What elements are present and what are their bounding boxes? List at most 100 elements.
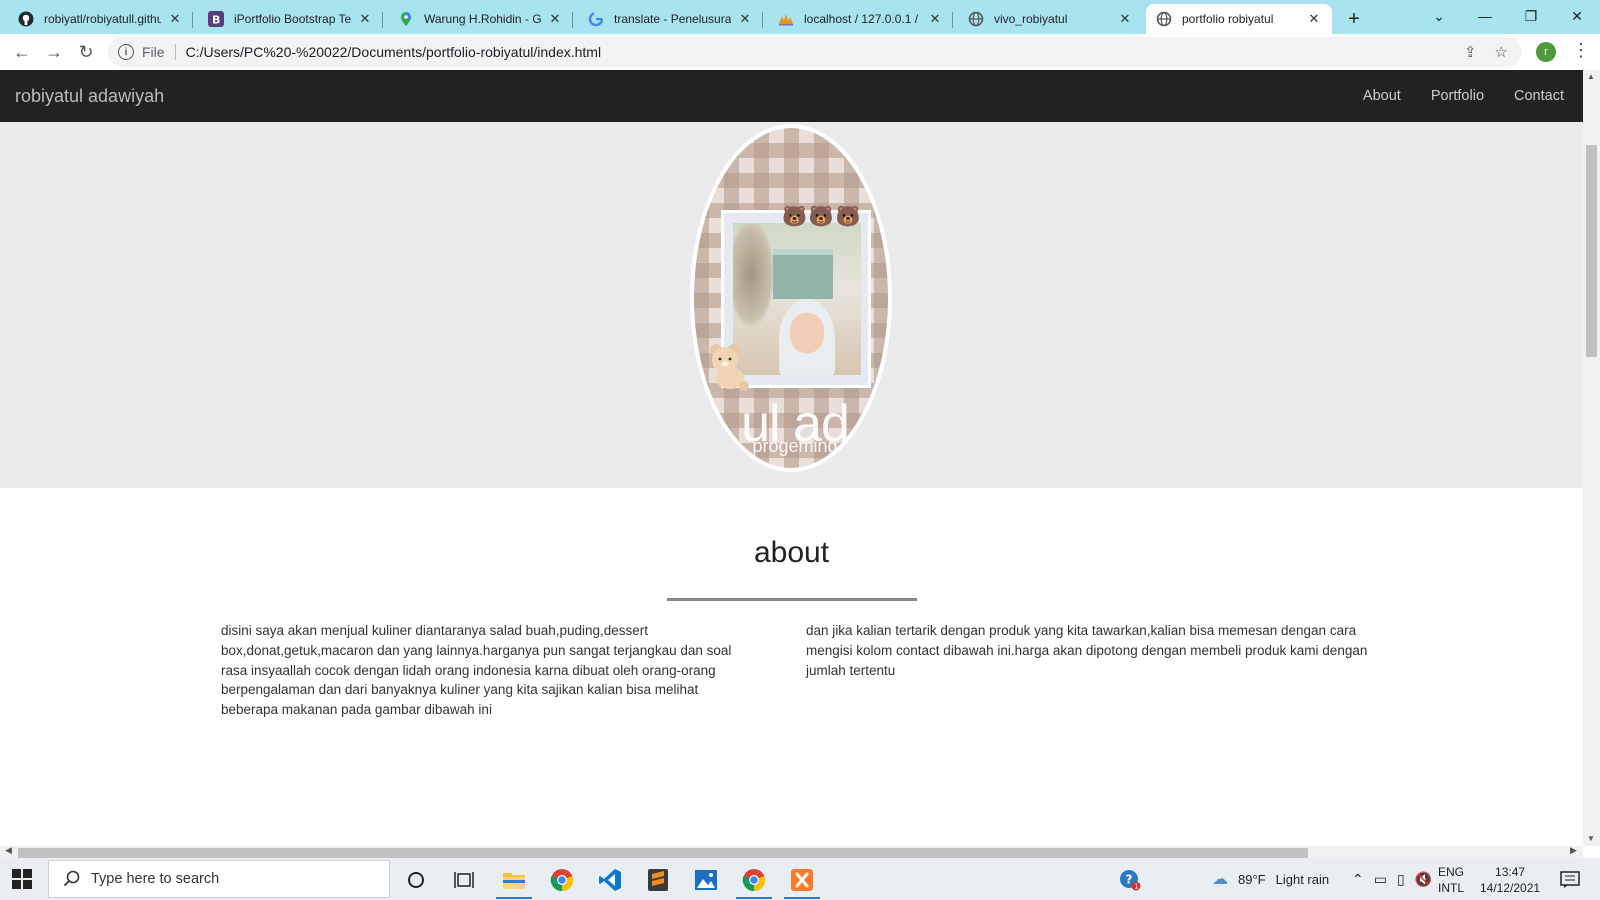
svg-text:B: B: [212, 14, 220, 27]
tab-bootstrap[interactable]: B iPortfolio Bootstrap Ten ✕: [198, 4, 383, 34]
teddy-bear-icon: [710, 344, 749, 391]
taskbar-search-box[interactable]: Type here to search: [48, 860, 390, 898]
close-icon[interactable]: ✕: [547, 11, 563, 27]
chrome-active-icon[interactable]: [732, 863, 776, 899]
vertical-scrollbar[interactable]: ▲ ▼: [1583, 70, 1600, 846]
weather-temp: 89°F: [1238, 871, 1266, 887]
tab-maps[interactable]: Warung H.Rohidin - Go ✕: [388, 4, 573, 34]
network-icon[interactable]: ▭: [1374, 871, 1387, 888]
about-section: about disini saya akan menjual kuliner d…: [0, 488, 1583, 846]
search-placeholder: Type here to search: [91, 871, 220, 887]
tab-title: robiyatl/robiyatull.githu: [44, 12, 161, 26]
tab-github[interactable]: robiyatl/robiyatull.githu ✕: [8, 4, 193, 34]
about-left-paragraph: disini saya akan menjual kuliner diantar…: [221, 623, 732, 718]
bookmark-star-icon[interactable]: ☆: [1495, 43, 1508, 61]
tab-title: localhost / 127.0.0.1 / r: [804, 12, 921, 26]
sublime-text-icon[interactable]: [636, 863, 680, 897]
file-explorer-icon[interactable]: [492, 863, 536, 899]
close-window-button[interactable]: ✕: [1554, 0, 1600, 32]
tab-title: Warung H.Rohidin - Go: [424, 12, 541, 26]
github-icon: [18, 11, 34, 27]
tab-phpmyadmin[interactable]: localhost / 127.0.0.1 / r ✕: [768, 4, 953, 34]
tab-strip: robiyatl/robiyatull.githu ✕ B iPortfolio…: [0, 0, 1600, 34]
scroll-left-arrow-icon[interactable]: ◀: [5, 845, 12, 856]
help-notification-icon[interactable]: ? 1: [1108, 863, 1152, 897]
share-icon[interactable]: ⇪: [1464, 43, 1477, 61]
weather-widget[interactable]: ☁ 89°F Light rain: [1212, 858, 1329, 900]
globe-icon: [1156, 11, 1172, 27]
info-icon[interactable]: i: [118, 44, 134, 60]
tab-search-chevron-icon[interactable]: ⌄: [1416, 0, 1462, 32]
tab-title: portfolio robiyatul: [1182, 12, 1274, 26]
nav-about-link[interactable]: About: [1363, 88, 1401, 104]
tab-title: translate - Penelusuran: [614, 12, 731, 26]
profile-avatar[interactable]: r: [1536, 42, 1556, 62]
about-heading: about: [753, 536, 830, 569]
search-icon: [63, 870, 80, 887]
close-icon[interactable]: ✕: [927, 11, 943, 27]
action-center-icon[interactable]: [1548, 863, 1592, 897]
chrome-icon[interactable]: [540, 863, 584, 897]
bear-stickers-icon: 🐻🐻🐻: [782, 206, 863, 228]
bootstrap-icon: B: [208, 11, 224, 27]
close-icon[interactable]: ✕: [1117, 11, 1133, 27]
language-indicator[interactable]: ENG INTL: [1438, 864, 1464, 896]
nav-contact-link[interactable]: Contact: [1514, 88, 1564, 104]
maps-pin-icon: [398, 11, 414, 27]
heading-divider: [667, 598, 917, 601]
horizontal-scroll-thumb[interactable]: [18, 848, 1308, 858]
cortana-icon[interactable]: [394, 863, 438, 897]
vscode-icon[interactable]: [588, 863, 632, 897]
chevron-up-icon[interactable]: ⌃: [1352, 871, 1364, 888]
tab-title: vivo_robiyatul: [994, 12, 1068, 26]
language-line2: INTL: [1438, 881, 1465, 895]
site-navbar: robiyatul adawiyah About Portfolio Conta…: [0, 70, 1583, 122]
close-icon[interactable]: ✕: [167, 11, 183, 27]
url-text[interactable]: C:/Users/PC%20-%20022/Documents/portfoli…: [186, 44, 602, 60]
horizontal-scrollbar[interactable]: ◀ ▶: [0, 845, 1583, 858]
site-brand[interactable]: robiyatul adawiyah: [15, 86, 164, 107]
address-bar[interactable]: i File C:/Users/PC%20-%20022/Documents/p…: [108, 37, 1522, 67]
photos-icon[interactable]: [684, 863, 728, 897]
back-arrow-icon[interactable]: ←: [8, 38, 36, 66]
close-icon[interactable]: ✕: [357, 11, 373, 27]
scheme-label: File: [142, 44, 165, 60]
about-right-paragraph: dan jika kalian tertarik dengan produk y…: [806, 623, 1368, 678]
scroll-up-arrow-icon[interactable]: ▲: [1587, 72, 1595, 81]
scroll-down-arrow-icon[interactable]: ▼: [1587, 834, 1595, 843]
close-icon[interactable]: ✕: [737, 11, 753, 27]
rain-cloud-icon: ☁: [1212, 871, 1228, 888]
battery-icon[interactable]: ▯: [1397, 871, 1405, 888]
page-viewport: robiyatul adawiyah About Portfolio Conta…: [0, 70, 1583, 846]
nav-portfolio-link[interactable]: Portfolio: [1431, 88, 1484, 104]
svg-text:?: ?: [1126, 873, 1133, 887]
xampp-icon[interactable]: [780, 863, 824, 899]
minimize-button[interactable]: —: [1462, 0, 1508, 32]
browser-menu-icon[interactable]: ⋮: [1572, 40, 1590, 61]
hero-subtitle-text: progeming: [752, 436, 838, 456]
tab-google-search[interactable]: translate - Penelusuran ✕: [578, 4, 763, 34]
svg-text:1: 1: [1134, 883, 1138, 891]
tab-title: iPortfolio Bootstrap Ten: [234, 12, 351, 26]
weather-condition: Light rain: [1275, 871, 1330, 887]
nav-links: About Portfolio Contact: [1363, 88, 1568, 104]
restore-button[interactable]: ❐: [1508, 0, 1554, 32]
system-tray-icons: ⌃ ▭ ▯ 🔇: [1352, 858, 1432, 900]
profile-photo-oval: 🐻🐻🐻 ul ad progeming: [690, 124, 892, 472]
forward-arrow-icon[interactable]: →: [40, 38, 68, 66]
tab-portfolio-active[interactable]: portfolio robiyatul ✕: [1146, 4, 1332, 34]
tab-vivo[interactable]: vivo_robiyatul ✕: [958, 4, 1143, 34]
new-tab-button[interactable]: +: [1341, 6, 1367, 32]
close-icon[interactable]: ✕: [1306, 11, 1322, 27]
hero-section: 🐻🐻🐻 ul ad progeming: [0, 122, 1583, 488]
task-view-icon[interactable]: [442, 863, 486, 897]
scroll-right-arrow-icon[interactable]: ▶: [1570, 845, 1577, 856]
reload-icon[interactable]: ↻: [72, 38, 100, 66]
windows-start-icon[interactable]: [12, 869, 32, 889]
globe-icon: [968, 11, 984, 27]
language-line1: ENG: [1438, 865, 1465, 879]
volume-muted-icon[interactable]: 🔇: [1415, 871, 1432, 888]
vertical-scroll-thumb[interactable]: [1586, 145, 1597, 357]
browser-toolbar: ← → ↻ i File C:/Users/PC%20-%20022/Docum…: [0, 34, 1600, 70]
taskbar-clock[interactable]: 13:47 14/12/2021: [1480, 864, 1540, 896]
